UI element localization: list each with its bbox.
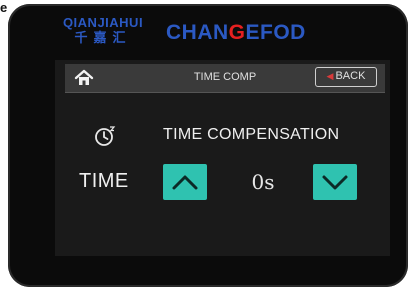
- touch-screen: TIME COMP ◀ BACK TIME COMPENSATION TIME 0…: [55, 60, 390, 256]
- header-bar: TIME COMP ◀ BACK: [65, 64, 385, 93]
- brand-right-mark: G: [228, 21, 246, 44]
- back-button[interactable]: ◀ BACK: [315, 67, 377, 87]
- decrease-button[interactable]: [313, 164, 357, 200]
- section-heading: TIME COMPENSATION: [163, 126, 340, 143]
- clock-icon: [93, 124, 117, 148]
- chevron-down-icon: [322, 175, 348, 190]
- corner-letter: e: [0, 0, 8, 15]
- page-title: TIME COMP: [193, 71, 257, 83]
- brand-logo-left: QIANJIAHUI 千嘉汇: [52, 16, 154, 46]
- increase-button[interactable]: [163, 164, 207, 200]
- home-icon: [74, 69, 94, 85]
- brand-logo-right: CHANGEFOD: [166, 21, 306, 45]
- chevron-up-icon: [172, 175, 198, 190]
- device-bezel: QIANJIAHUI 千嘉汇 CHANGEFOD TIME COMP ◀ BACK: [8, 4, 408, 287]
- brand-left-cn: 千嘉汇: [74, 30, 132, 45]
- brand-right-post: EFOD: [245, 21, 306, 44]
- home-button[interactable]: [73, 67, 95, 89]
- back-arrow-icon: ◀: [326, 71, 334, 81]
- back-button-label: BACK: [335, 70, 366, 82]
- time-label: TIME: [79, 170, 129, 192]
- brand-right-pre: CHAN: [166, 21, 229, 44]
- brand-left-en: QIANJIAHUI: [62, 15, 144, 30]
- time-value: 0s: [251, 170, 275, 194]
